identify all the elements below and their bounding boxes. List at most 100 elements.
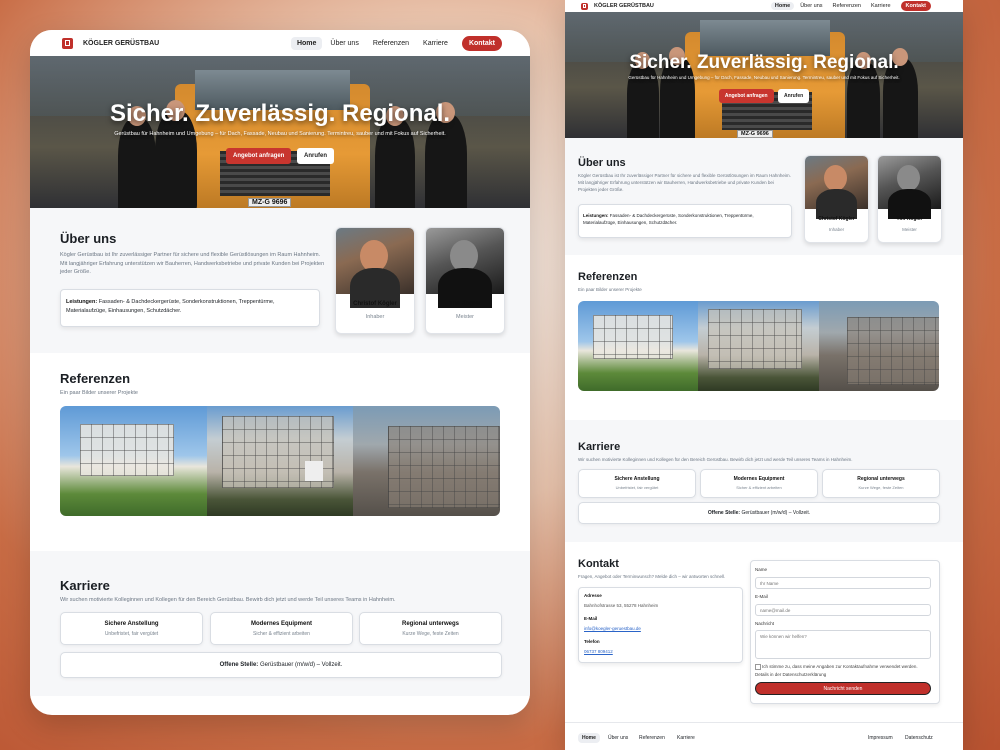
job-card: Offene Stelle: Gerüstbauer (m/w/d) – Vol… bbox=[578, 502, 940, 524]
tim-photo bbox=[878, 156, 941, 219]
license-plate: MZ-G 9696 bbox=[248, 198, 292, 207]
top-nav: KÖGLER GERÜSTBAU Home Über uns Referenze… bbox=[30, 30, 530, 56]
name-label: Name bbox=[755, 567, 768, 572]
contact-section: Kontakt Fragen, Angebot oder Terminwunsc… bbox=[565, 542, 963, 722]
team-role: Inhaber bbox=[828, 227, 845, 232]
feature-title: Sichere Anstellung bbox=[104, 621, 159, 627]
reference-image[interactable] bbox=[818, 301, 939, 391]
feature-desc: Unbefristet, fair vergütet bbox=[615, 485, 659, 490]
references-section: Referenzen Ein paar Bilder unserer Proje… bbox=[30, 353, 530, 551]
feature-card: Sichere Anstellung Unbefristet, fair ver… bbox=[578, 469, 696, 498]
fullpage-mockup: KÖGLER GERÜSTBAU Home Über uns Referenze… bbox=[565, 0, 963, 750]
phone-link[interactable]: 06737 809412 bbox=[584, 649, 613, 654]
logo-icon[interactable] bbox=[581, 2, 588, 10]
about-section: Über uns Kögler Gerüstbau ist Ihr zuverl… bbox=[30, 208, 530, 353]
footer-link-datenschutz[interactable]: Datenschutz bbox=[905, 735, 933, 741]
consent-text: Ich stimme zu, dass meine Angaben zur Ko… bbox=[755, 664, 918, 677]
career-title: Karriere bbox=[578, 441, 621, 453]
feature-card: Modernes Equipment Sicher & effizient ar… bbox=[210, 612, 353, 645]
reference-image[interactable] bbox=[698, 301, 819, 391]
team-role: Meister bbox=[455, 314, 475, 320]
career-text: Wir suchen motivierte Kolleginnen und Ko… bbox=[60, 597, 396, 603]
feature-desc: Sicher & effizient arbeiten bbox=[736, 485, 782, 490]
team-name: Christof Kögler bbox=[818, 216, 855, 222]
services-card: Leistungen: Fassaden- & Dachdeckergerüst… bbox=[60, 289, 320, 327]
feature-card: Modernes Equipment Sicher & effizient ar… bbox=[700, 469, 818, 498]
feature-desc: Kurze Wege, feste Zeiten bbox=[858, 485, 904, 490]
job-card: Offene Stelle: Gerüstbauer (m/w/d) – Vol… bbox=[60, 652, 502, 678]
christof-photo bbox=[336, 228, 414, 308]
references-subtitle: Ein paar Bilder unserer Projekte bbox=[60, 390, 138, 396]
feature-title: Regional unterwegs bbox=[857, 476, 905, 482]
services-text: Fassaden- & Dachdeckergerüste, Sonderkon… bbox=[66, 299, 275, 314]
career-section: Karriere Wir suchen motivierte Kolleginn… bbox=[30, 551, 530, 696]
footer-link-karriere[interactable]: Karriere bbox=[677, 735, 695, 741]
top-nav: KÖGLER GERÜSTBAU Home Über uns Referenze… bbox=[565, 0, 963, 12]
nav-item-ueber-uns[interactable]: Über uns bbox=[324, 37, 364, 50]
feature-title: Sichere Anstellung bbox=[614, 476, 660, 482]
hero-actions: Angebot anfragen Anrufen bbox=[565, 89, 963, 103]
contact-subtitle: Fragen, Angebot oder Terminwunsch? Melde… bbox=[578, 574, 726, 579]
feature-title: Modernes Equipment bbox=[733, 476, 785, 482]
reference-image[interactable] bbox=[353, 406, 500, 516]
reference-gallery bbox=[60, 406, 500, 516]
career-title: Karriere bbox=[60, 578, 110, 593]
email-input[interactable] bbox=[755, 604, 931, 616]
footer-link-impressum[interactable]: Impressum bbox=[868, 735, 893, 741]
references-title: Referenzen bbox=[578, 271, 638, 283]
hero-subtitle: Gerüstbau für Hahnheim und Umgebung – fü… bbox=[628, 75, 900, 80]
services-text: Fassaden- & Dachdeckergerüste, Sonderkon… bbox=[583, 213, 754, 226]
brand-name[interactable]: KÖGLER GERÜSTBAU bbox=[594, 3, 654, 9]
about-title: Über uns bbox=[578, 157, 626, 169]
nav-item-home[interactable]: Home bbox=[770, 2, 795, 10]
nav-item-home[interactable]: Home bbox=[290, 36, 323, 50]
reference-gallery bbox=[578, 301, 939, 391]
nav-kontakt-button[interactable]: Kontakt bbox=[900, 1, 931, 11]
logo-icon[interactable] bbox=[62, 37, 73, 49]
brand-name[interactable]: KÖGLER GERÜSTBAU bbox=[83, 40, 159, 47]
contact-info-card: Adresse Bahnhofstrasse 53, 55278 Hahnhei… bbox=[578, 587, 743, 663]
reference-image[interactable] bbox=[60, 406, 207, 516]
hero-section: MZ-G 9696 Sicher. Zuverlässig. Regional.… bbox=[30, 56, 530, 208]
footer-link-referenzen[interactable]: Referenzen bbox=[639, 735, 665, 741]
job-text: Gerüstbauer (m/w/d) – Vollzeit. bbox=[741, 510, 811, 516]
footer-link-ueber-uns[interactable]: Über uns bbox=[608, 735, 628, 741]
angebot-anfragen-button[interactable]: Angebot anfragen bbox=[225, 148, 292, 164]
email-link[interactable]: info@koegler-geruestbau.de bbox=[584, 626, 641, 631]
job-text: Gerüstbauer (m/w/d) – Vollzeit. bbox=[259, 662, 343, 668]
nav-item-ueber-uns[interactable]: Über uns bbox=[796, 2, 826, 10]
angebot-anfragen-button[interactable]: Angebot anfragen bbox=[718, 89, 774, 103]
feature-title: Modernes Equipment bbox=[250, 621, 312, 627]
team-role: Inhaber bbox=[365, 314, 385, 320]
team-card-tim: Tim Kögler Meister bbox=[877, 155, 942, 243]
about-title: Über uns bbox=[60, 231, 117, 246]
send-message-button[interactable]: Nachricht senden bbox=[755, 682, 931, 695]
nav-item-referenzen[interactable]: Referenzen bbox=[367, 37, 415, 50]
message-textarea[interactable] bbox=[755, 630, 931, 659]
about-section: Über uns Kögler Gerüstbau ist Ihr zuverl… bbox=[565, 138, 963, 255]
message-label: Nachricht bbox=[755, 621, 775, 626]
about-text: Kögler Gerüstbau ist Ihr zuverlässiger P… bbox=[60, 252, 325, 276]
anrufen-button[interactable]: Anrufen bbox=[778, 89, 810, 103]
hero-section: MZ-G 9696 Sicher. Zuverlässig. Regional.… bbox=[565, 12, 963, 138]
name-input[interactable] bbox=[755, 577, 931, 589]
services-label: Leistungen: bbox=[583, 213, 609, 218]
nav-item-referenzen[interactable]: Referenzen bbox=[829, 2, 865, 10]
reference-image[interactable] bbox=[578, 301, 699, 391]
reference-image[interactable] bbox=[206, 406, 354, 516]
anrufen-button[interactable]: Anrufen bbox=[297, 148, 334, 164]
feature-desc: Unbefristet, fair vergütet bbox=[104, 631, 159, 637]
license-plate: MZ-G 9696 bbox=[737, 130, 773, 138]
footer-link-home[interactable]: Home bbox=[578, 733, 600, 743]
career-section: Karriere Wir suchen motivierte Kolleginn… bbox=[565, 420, 963, 542]
nav-links: Home Über uns Referenzen Karriere Kontak… bbox=[770, 1, 931, 11]
nav-kontakt-button[interactable]: Kontakt bbox=[461, 35, 502, 51]
team-card-christof: Christof Kögler Inhaber bbox=[335, 227, 415, 334]
hero-title: Sicher. Zuverlässig. Regional. bbox=[629, 52, 899, 73]
feature-card: Regional unterwegs Kurze Wege, feste Zei… bbox=[822, 469, 940, 498]
references-section: Referenzen Ein paar Bilder unserer Proje… bbox=[565, 255, 963, 420]
nav-item-karriere[interactable]: Karriere bbox=[417, 37, 454, 50]
nav-item-karriere[interactable]: Karriere bbox=[867, 2, 895, 10]
feature-desc: Sicher & effizient arbeiten bbox=[253, 631, 310, 637]
address-label: Adresse bbox=[584, 593, 602, 598]
